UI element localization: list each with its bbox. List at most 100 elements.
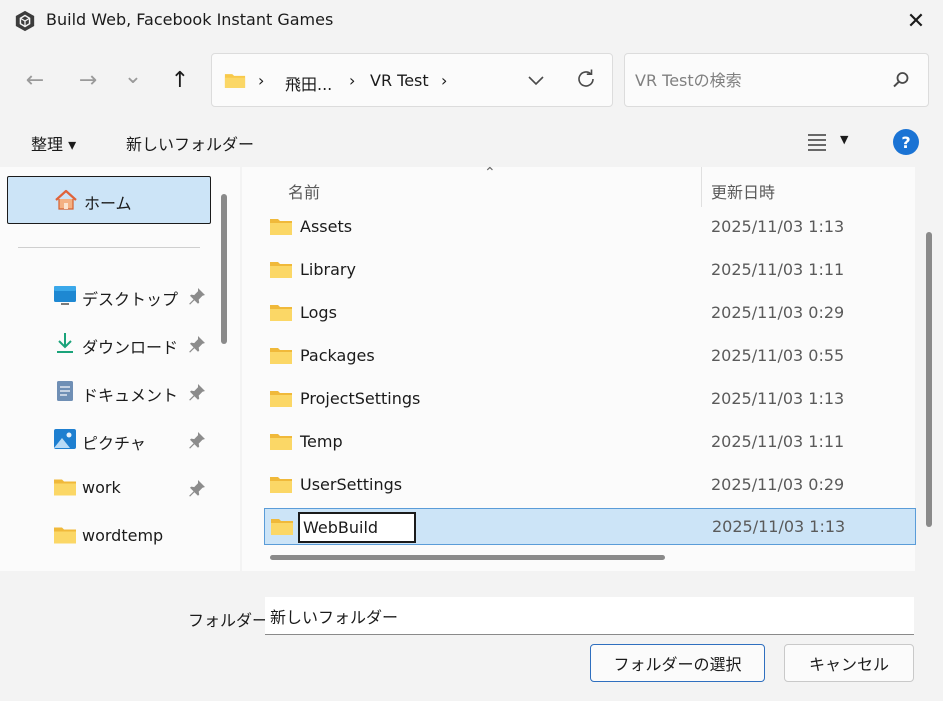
pin-icon[interactable] xyxy=(188,287,206,305)
file-row[interactable]: Assets 2025/11/03 1:13 xyxy=(264,209,916,246)
caret-down-icon[interactable]: ▼ xyxy=(840,133,848,146)
back-button[interactable]: ← xyxy=(20,65,50,95)
breadcrumb-separator: › xyxy=(441,71,448,90)
file-row-selected[interactable]: 2025/11/03 1:13 xyxy=(264,508,916,545)
folder-icon xyxy=(224,74,246,88)
forward-arrow-icon: → xyxy=(78,67,98,93)
file-row[interactable]: Temp 2025/11/03 1:11 xyxy=(264,424,916,461)
sidebar-scrollbar[interactable] xyxy=(221,194,227,344)
file-modified: 2025/11/03 1:11 xyxy=(711,432,845,451)
sidebar-item-pictures[interactable]: ピクチャ xyxy=(48,420,218,460)
navigation-bar: ← → ⌄ ↑ › 飛田... › VR Test › xyxy=(0,43,943,119)
column-header-name[interactable]: 名前 xyxy=(288,179,320,203)
help-glyph: ? xyxy=(901,132,911,152)
dialog-footer: フォルダー: フォルダーの選択 キャンセル xyxy=(0,571,943,701)
sidebar-item-wordtemp[interactable]: wordtemp xyxy=(48,516,218,556)
file-name: UserSettings xyxy=(300,475,403,494)
folder-icon xyxy=(270,262,292,278)
view-options-icon[interactable] xyxy=(806,131,828,153)
title-bar: Build Web, Facebook Instant Games ✕ xyxy=(0,0,943,43)
up-arrow-icon: ↑ xyxy=(170,67,190,93)
forward-button[interactable]: → xyxy=(73,65,103,95)
file-modified: 2025/11/03 0:29 xyxy=(711,303,845,322)
sort-ascending-icon: ⌃ xyxy=(484,165,496,181)
sidebar-item-label: デスクトップ xyxy=(82,290,179,309)
back-arrow-icon: ← xyxy=(25,67,45,93)
desktop-icon xyxy=(54,286,76,305)
home-icon xyxy=(55,189,77,210)
organize-button[interactable]: 整理 ▾ xyxy=(31,131,76,155)
folder-icon xyxy=(270,434,292,450)
pin-icon[interactable] xyxy=(188,383,206,401)
folder-icon xyxy=(54,527,76,544)
folder-name-field[interactable] xyxy=(265,597,914,635)
file-row[interactable]: Library 2025/11/03 1:11 xyxy=(264,252,916,289)
file-name: Packages xyxy=(300,346,375,365)
unity-logo-icon xyxy=(15,10,35,32)
sidebar-item-label: ピクチャ xyxy=(82,434,146,453)
close-button[interactable]: ✕ xyxy=(900,6,932,36)
file-name: ProjectSettings xyxy=(300,389,421,408)
file-modified: 2025/11/03 1:13 xyxy=(711,217,845,236)
folder-icon xyxy=(270,477,292,493)
new-folder-button[interactable]: 新しいフォルダー xyxy=(126,131,254,155)
sidebar-item-label: ドキュメント xyxy=(82,386,179,405)
sidebar-item-label: ダウンロード xyxy=(82,338,179,357)
file-row[interactable]: Packages 2025/11/03 0:55 xyxy=(264,338,916,375)
sidebar-item-desktop[interactable]: デスクトップ xyxy=(48,276,218,316)
pictures-icon xyxy=(54,429,76,449)
sidebar-item-work[interactable]: work xyxy=(48,468,218,508)
sidebar-item-documents[interactable]: ドキュメント xyxy=(48,372,218,412)
file-row[interactable]: ProjectSettings 2025/11/03 1:13 xyxy=(264,381,916,418)
horizontal-scrollbar[interactable] xyxy=(270,555,665,560)
select-folder-button[interactable]: フォルダーの選択 xyxy=(590,644,765,682)
sidebar-item-downloads[interactable]: ダウンロード xyxy=(48,324,218,364)
chevron-down-icon[interactable] xyxy=(524,68,548,92)
document-icon xyxy=(57,381,73,401)
address-bar[interactable]: › 飛田... › VR Test › xyxy=(211,53,613,107)
folder-icon xyxy=(270,348,292,364)
window-title: Build Web, Facebook Instant Games xyxy=(46,10,334,29)
breadcrumb-separator: › xyxy=(258,71,265,90)
folder-icon xyxy=(270,305,292,321)
folder-icon xyxy=(270,219,292,235)
search-icon[interactable] xyxy=(891,70,911,90)
file-list: ⌃ 名前 更新日時 Assets 2025/11/03 1:13 Library… xyxy=(242,165,932,571)
download-icon xyxy=(57,333,73,353)
pin-icon[interactable] xyxy=(188,335,206,353)
breadcrumb-item[interactable]: 飛田... xyxy=(285,71,332,95)
file-row[interactable]: Logs 2025/11/03 0:29 xyxy=(264,295,916,332)
column-separator[interactable] xyxy=(701,167,702,207)
breadcrumb-item[interactable]: VR Test xyxy=(370,71,429,90)
up-button[interactable]: ↑ xyxy=(165,65,195,95)
recent-locations-button[interactable]: ⌄ xyxy=(118,61,148,91)
folder-label: フォルダー: xyxy=(188,611,274,630)
sidebar-item-label: ホーム xyxy=(84,194,132,213)
sidebar-item-home[interactable]: ホーム xyxy=(7,176,211,224)
sidebar-item-label: wordtemp xyxy=(82,526,164,545)
file-row[interactable]: UserSettings 2025/11/03 0:29 xyxy=(264,467,916,504)
file-modified: 2025/11/03 1:13 xyxy=(711,389,845,408)
search-input[interactable] xyxy=(635,68,875,92)
pin-icon[interactable] xyxy=(188,431,206,449)
chevron-down-icon: ⌄ xyxy=(123,63,143,89)
file-name: Library xyxy=(300,260,356,279)
file-modified: 2025/11/03 1:13 xyxy=(712,517,846,536)
column-header-modified[interactable]: 更新日時 xyxy=(711,179,775,203)
help-icon[interactable]: ? xyxy=(893,129,919,155)
file-name: Logs xyxy=(300,303,337,322)
vertical-scrollbar[interactable] xyxy=(926,232,932,527)
folder-icon xyxy=(270,391,292,407)
breadcrumb-separator: › xyxy=(349,71,356,90)
file-name: Temp xyxy=(300,432,343,451)
command-bar: 整理 ▾ 新しいフォルダー ▼ ? xyxy=(0,119,943,167)
refresh-icon[interactable] xyxy=(574,66,598,92)
file-name: Assets xyxy=(300,217,353,236)
rename-input[interactable] xyxy=(298,512,416,543)
sidebar-divider xyxy=(18,247,200,248)
pin-icon[interactable] xyxy=(188,479,206,497)
cancel-button[interactable]: キャンセル xyxy=(784,644,914,682)
navigation-pane: ホーム デスクトップ ダウンロード ドキュメント ピクチャ work wordt… xyxy=(0,167,240,571)
close-icon: ✕ xyxy=(906,8,926,34)
search-box[interactable] xyxy=(624,53,929,107)
